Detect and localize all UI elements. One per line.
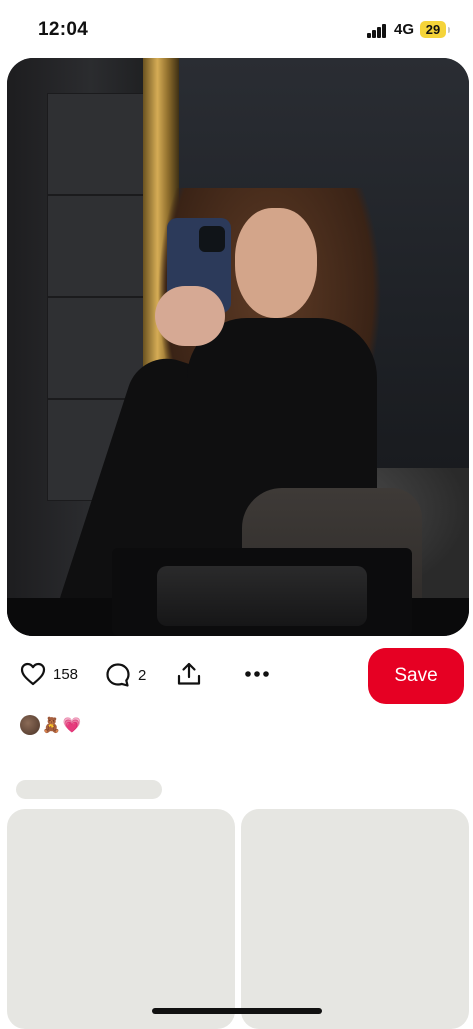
heart-emoji-icon: 💗: [62, 717, 82, 734]
status-time: 12:04: [38, 19, 89, 40]
status-bar: 12:04 4G 29: [0, 0, 473, 58]
speech-bubble-icon: [106, 663, 130, 687]
comment-button[interactable]: 2: [105, 662, 146, 688]
battery-icon: 29: [420, 21, 450, 38]
comment-count: 2: [138, 666, 147, 684]
reactions-summary[interactable]: 🧸 💗: [20, 714, 81, 736]
more-options-button[interactable]: [244, 670, 270, 678]
avatar: [20, 715, 40, 735]
sink-in-photo: [112, 548, 412, 636]
save-button[interactable]: Save: [368, 648, 464, 704]
network-type: 4G: [394, 21, 415, 38]
bear-emoji-icon: 🧸: [42, 717, 61, 734]
loading-placeholder-card-left: [7, 809, 235, 1029]
loading-placeholder-card-right: [241, 809, 469, 1029]
share-upload-icon: [177, 662, 201, 685]
home-indicator[interactable]: [152, 1008, 322, 1014]
share-button[interactable]: [176, 661, 202, 687]
like-count: 158: [53, 665, 79, 683]
ellipsis-icon: [245, 671, 269, 677]
heart-icon: [20, 662, 46, 686]
like-button[interactable]: 158: [20, 662, 78, 686]
loading-placeholder-title: [16, 780, 162, 799]
pin-action-bar: 158 2 Save: [0, 646, 473, 706]
cellular-signal-icon: [367, 24, 387, 38]
pin-image[interactable]: [7, 58, 469, 636]
